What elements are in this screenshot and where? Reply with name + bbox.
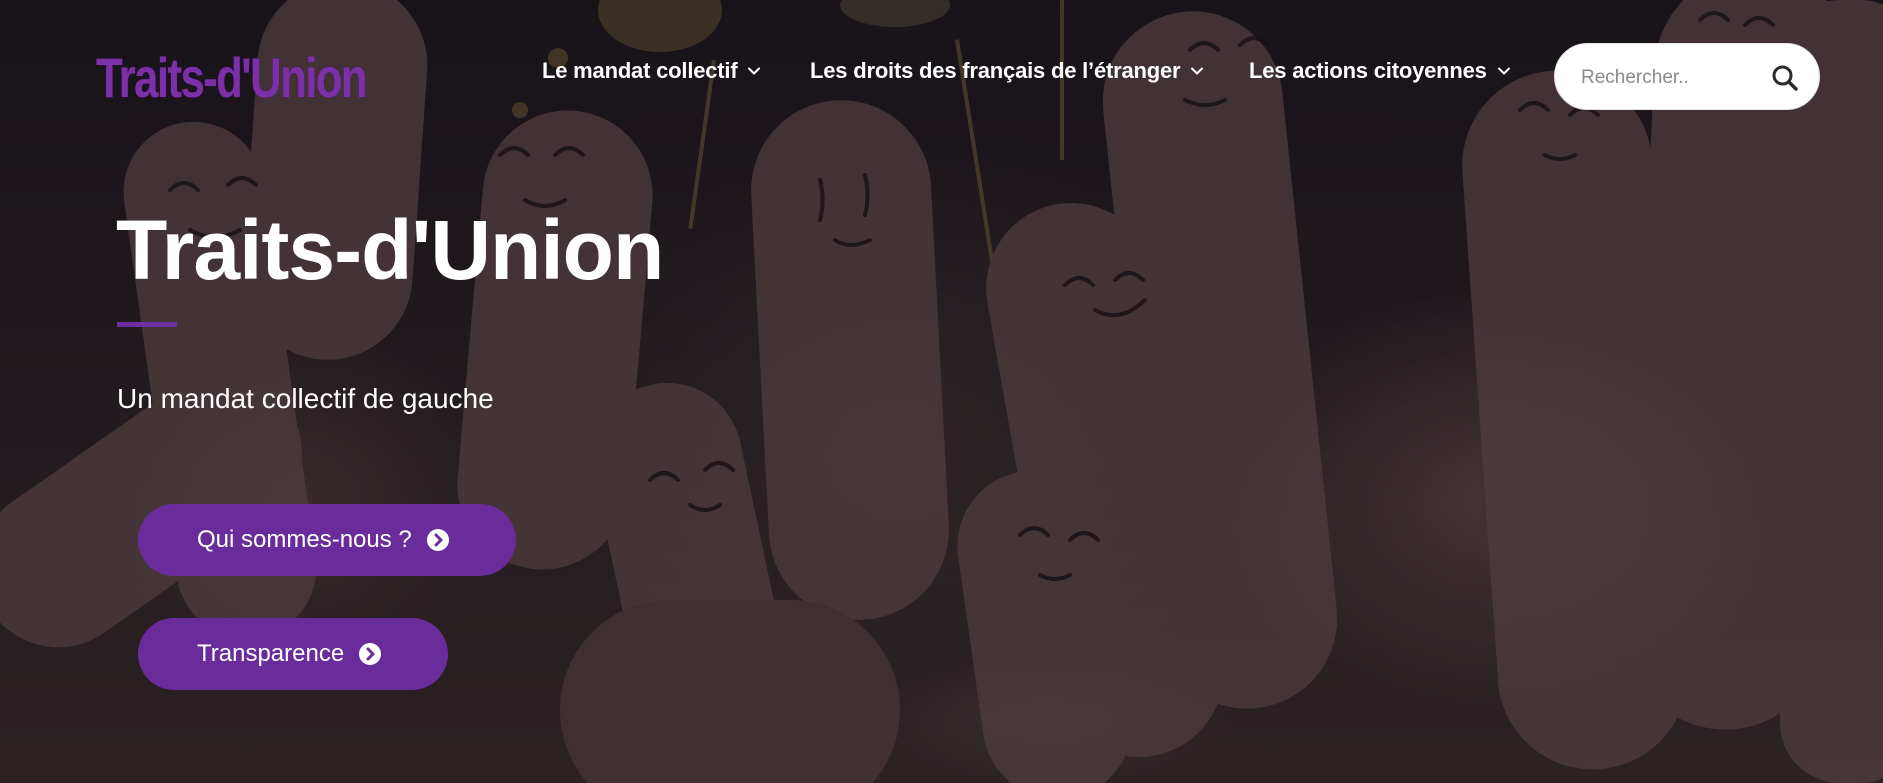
search-box [1554,43,1820,110]
chevron-circle-right-icon [359,643,382,665]
hero-title: Traits-d'Union [116,203,664,297]
chevron-down-icon [1497,67,1510,75]
hero-subtitle: Un mandat collectif de gauche [117,383,494,414]
nav-item-label: Les droits des français de l’étranger [810,58,1181,83]
nav-item-le-mandat-collectif[interactable]: Le mandat collectif [542,58,761,84]
chevron-down-icon [1191,67,1204,75]
qui-sommes-nous-button[interactable]: Qui sommes-nous ? [138,504,516,576]
button-label: Qui sommes-nous ? [197,526,412,553]
logo-text: Traits-d'Union [96,45,368,109]
chevron-circle-right-icon [426,529,449,551]
nav-item-les-droits[interactable]: Les droits des français de l’étranger [810,58,1204,84]
hero-divider [117,322,177,327]
site-logo[interactable]: Traits-d'Union [92,30,437,125]
chevron-down-icon [748,67,761,75]
nav-item-label: Le mandat collectif [542,58,738,83]
hero-section: Traits-d'Union Le mandat collectif Les d… [0,0,1883,783]
nav-item-les-actions-citoyennes[interactable]: Les actions citoyennes [1249,58,1511,84]
nav-item-label: Les actions citoyennes [1249,58,1487,83]
button-label: Transparence [197,640,345,667]
search-input[interactable] [1579,58,1763,98]
transparence-button[interactable]: Transparence [138,618,448,690]
search-icon[interactable] [1771,64,1799,92]
